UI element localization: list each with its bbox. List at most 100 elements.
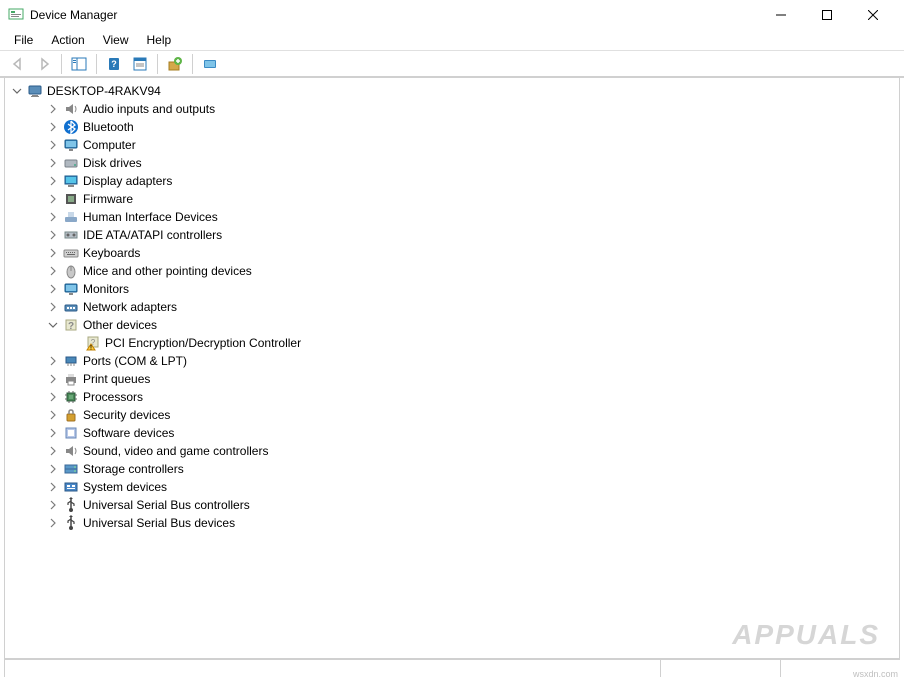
chevron-right-icon[interactable] <box>45 371 61 387</box>
usb-icon <box>63 497 79 513</box>
unknown-warning-icon: ?! <box>85 335 101 351</box>
help-button[interactable]: ? <box>102 53 126 75</box>
processor-icon <box>63 389 79 405</box>
scan-button[interactable] <box>198 53 222 75</box>
chevron-right-icon[interactable] <box>45 101 61 117</box>
tree-item-other-devices[interactable]: ? Other devices <box>5 316 899 334</box>
window-title: Device Manager <box>30 8 758 22</box>
tree-item-label: Computer <box>83 138 136 152</box>
tree-item-processors[interactable]: Processors <box>5 388 899 406</box>
tree-item-label: Mice and other pointing devices <box>83 264 252 278</box>
menu-help[interactable]: Help <box>139 31 180 49</box>
chevron-right-icon[interactable] <box>45 137 61 153</box>
chevron-right-icon[interactable] <box>45 425 61 441</box>
menu-view[interactable]: View <box>95 31 137 49</box>
chevron-right-icon[interactable] <box>45 119 61 135</box>
chevron-down-icon[interactable] <box>9 83 25 99</box>
chevron-right-icon[interactable] <box>45 227 61 243</box>
tree-item-label: Bluetooth <box>83 120 134 134</box>
tree-item-disk-drives[interactable]: Disk drives <box>5 154 899 172</box>
tree-item-ide-ata-atapi-controllers[interactable]: IDE ATA/ATAPI controllers <box>5 226 899 244</box>
tree-item-audio-inputs-and-outputs[interactable]: Audio inputs and outputs <box>5 100 899 118</box>
unknown-icon: ? <box>63 317 79 333</box>
system-icon <box>63 479 79 495</box>
properties-button[interactable] <box>128 53 152 75</box>
tree-item-display-adapters[interactable]: Display adapters <box>5 172 899 190</box>
tree-item-bluetooth[interactable]: Bluetooth <box>5 118 899 136</box>
chevron-right-icon[interactable] <box>45 173 61 189</box>
tree-item-label: Ports (COM & LPT) <box>83 354 187 368</box>
tree-item-label: Disk drives <box>83 156 142 170</box>
monitor-icon <box>63 137 79 153</box>
tree-item-pci-encryption-decryption-controller[interactable]: ?! PCI Encryption/Decryption Controller <box>5 334 899 352</box>
show-hide-button[interactable] <box>67 53 91 75</box>
tree-item-label: Other devices <box>83 318 157 332</box>
expander-none <box>67 335 83 351</box>
forward-button[interactable] <box>32 53 56 75</box>
tree-item-label: Audio inputs and outputs <box>83 102 215 116</box>
svg-text:!: ! <box>90 346 92 352</box>
tree-item-label: Network adapters <box>83 300 177 314</box>
maximize-button[interactable] <box>804 0 850 30</box>
chevron-right-icon[interactable] <box>45 281 61 297</box>
tree-item-human-interface-devices[interactable]: Human Interface Devices <box>5 208 899 226</box>
tree-item-computer[interactable]: Computer <box>5 136 899 154</box>
chevron-right-icon[interactable] <box>45 209 61 225</box>
minimize-button[interactable] <box>758 0 804 30</box>
tree-item-universal-serial-bus-controllers[interactable]: Universal Serial Bus controllers <box>5 496 899 514</box>
chevron-right-icon[interactable] <box>45 263 61 279</box>
tree-item-mice-and-other-pointing-devices[interactable]: Mice and other pointing devices <box>5 262 899 280</box>
printer-icon <box>63 371 79 387</box>
chevron-right-icon[interactable] <box>45 353 61 369</box>
security-icon <box>63 407 79 423</box>
tree-item-label: System devices <box>83 480 167 494</box>
toolbar-separator <box>157 54 158 74</box>
chevron-right-icon[interactable] <box>45 515 61 531</box>
svg-text:?: ? <box>68 321 74 332</box>
device-tree[interactable]: DESKTOP-4RAKV94 Audio inputs and outputs… <box>4 78 900 659</box>
menubar: File Action View Help <box>0 30 904 50</box>
close-button[interactable] <box>850 0 896 30</box>
tree-item-software-devices[interactable]: Software devices <box>5 424 899 442</box>
menu-action[interactable]: Action <box>43 31 92 49</box>
chevron-right-icon[interactable] <box>45 155 61 171</box>
tree-root[interactable]: DESKTOP-4RAKV94 <box>5 82 899 100</box>
tree-item-keyboards[interactable]: Keyboards <box>5 244 899 262</box>
tree-item-security-devices[interactable]: Security devices <box>5 406 899 424</box>
chevron-right-icon[interactable] <box>45 497 61 513</box>
titlebar: Device Manager <box>0 0 904 30</box>
tree-item-label: Storage controllers <box>83 462 184 476</box>
tree-item-label: PCI Encryption/Decryption Controller <box>105 336 301 350</box>
tree-item-ports-com-lpt[interactable]: Ports (COM & LPT) <box>5 352 899 370</box>
tree-item-universal-serial-bus-devices[interactable]: Universal Serial Bus devices <box>5 514 899 532</box>
tree-item-monitors[interactable]: Monitors <box>5 280 899 298</box>
chevron-right-icon[interactable] <box>45 479 61 495</box>
tree-item-network-adapters[interactable]: Network adapters <box>5 298 899 316</box>
update-driver-button[interactable] <box>163 53 187 75</box>
software-icon <box>63 425 79 441</box>
display-adapter-icon <box>63 173 79 189</box>
app-icon <box>8 7 24 23</box>
chevron-right-icon[interactable] <box>45 443 61 459</box>
tree-root-label: DESKTOP-4RAKV94 <box>47 84 161 98</box>
toolbar-separator <box>192 54 193 74</box>
back-button[interactable] <box>6 53 30 75</box>
menu-file[interactable]: File <box>6 31 41 49</box>
chevron-right-icon[interactable] <box>45 461 61 477</box>
tree-item-firmware[interactable]: Firmware <box>5 190 899 208</box>
audio-icon <box>63 101 79 117</box>
ide-icon <box>63 227 79 243</box>
monitor-icon <box>63 281 79 297</box>
tree-item-system-devices[interactable]: System devices <box>5 478 899 496</box>
chevron-right-icon[interactable] <box>45 191 61 207</box>
chevron-right-icon[interactable] <box>45 299 61 315</box>
tree-item-sound-video-and-game-controllers[interactable]: Sound, video and game controllers <box>5 442 899 460</box>
tree-item-storage-controllers[interactable]: Storage controllers <box>5 460 899 478</box>
tree-item-label: Firmware <box>83 192 133 206</box>
chevron-right-icon[interactable] <box>45 407 61 423</box>
tree-item-print-queues[interactable]: Print queues <box>5 370 899 388</box>
chevron-right-icon[interactable] <box>45 389 61 405</box>
mouse-icon <box>63 263 79 279</box>
chevron-right-icon[interactable] <box>45 245 61 261</box>
chevron-down-icon[interactable] <box>45 317 61 333</box>
